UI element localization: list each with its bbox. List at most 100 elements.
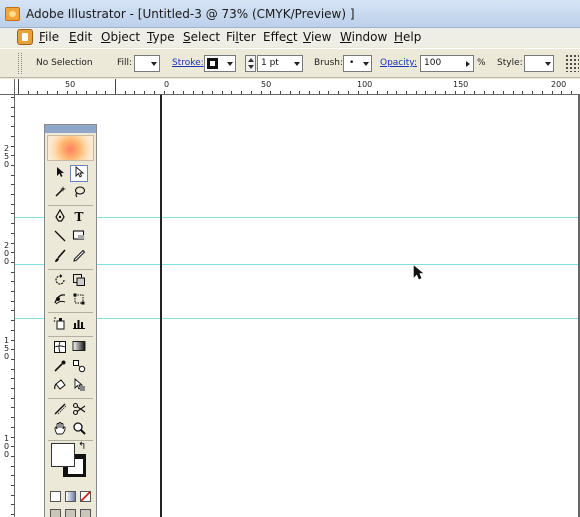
document-menu-icon[interactable] bbox=[17, 29, 33, 45]
menu-edit[interactable]: Edit bbox=[69, 30, 92, 44]
panel-options-icon[interactable] bbox=[565, 54, 579, 72]
guide-line[interactable] bbox=[15, 264, 580, 265]
title-bar[interactable]: Adobe Illustrator - [Untitled-3 @ 73% (C… bbox=[0, 0, 580, 28]
slice-tool-icon[interactable] bbox=[51, 402, 69, 419]
direct-selection-tool-icon[interactable] bbox=[70, 165, 88, 182]
menu-type[interactable]: Type bbox=[147, 30, 175, 44]
ruler-tick bbox=[11, 203, 14, 205]
ruler-tick bbox=[551, 91, 553, 94]
guide-line[interactable] bbox=[15, 217, 580, 218]
live-paint-bucket-tool-icon[interactable] bbox=[51, 378, 69, 395]
paintbrush-tool-icon[interactable] bbox=[51, 249, 69, 266]
warp-tool-icon[interactable] bbox=[51, 292, 69, 309]
selection-tool-icon[interactable] bbox=[51, 166, 69, 183]
magic-wand-tool-icon[interactable] bbox=[51, 185, 69, 202]
rotate-tool-icon[interactable] bbox=[51, 273, 69, 290]
ruler-tick bbox=[11, 436, 14, 438]
stroke-weight-stepper[interactable] bbox=[245, 55, 256, 72]
menu-file[interactable]: File bbox=[39, 30, 59, 44]
live-paint-selection-tool-icon[interactable] bbox=[70, 378, 88, 395]
artboard-canvas[interactable] bbox=[15, 95, 580, 517]
fill-color-box[interactable] bbox=[51, 443, 75, 467]
color-mode-button[interactable] bbox=[50, 491, 61, 502]
ruler-tick bbox=[221, 91, 223, 94]
tool-separator bbox=[48, 312, 93, 313]
column-graph-tool-icon[interactable] bbox=[70, 316, 88, 333]
ruler-tick bbox=[289, 91, 291, 94]
menu-select[interactable]: Select bbox=[183, 30, 220, 44]
ruler-tick bbox=[11, 252, 14, 254]
swap-fill-stroke-icon[interactable]: ↰ bbox=[78, 441, 86, 452]
ruler-tick bbox=[454, 91, 456, 94]
ruler-tick bbox=[11, 358, 14, 360]
ruler-tick bbox=[541, 91, 543, 94]
ruler-tick bbox=[386, 91, 388, 94]
illustrator-app-icon[interactable] bbox=[5, 7, 20, 21]
opacity-label-link[interactable]: Opacity: bbox=[380, 58, 417, 68]
stroke-color-dropdown[interactable] bbox=[204, 55, 236, 72]
line-segment-tool-icon[interactable] bbox=[51, 229, 69, 246]
ruler-tick bbox=[124, 91, 126, 94]
menu-window[interactable]: Window bbox=[340, 30, 387, 44]
eyedropper-tool-icon[interactable] bbox=[51, 359, 69, 376]
adobe-flower-logo[interactable] bbox=[47, 135, 94, 161]
rectangle-tool-icon[interactable] bbox=[70, 229, 88, 246]
style-dropdown[interactable] bbox=[524, 55, 554, 72]
ruler-tick bbox=[11, 261, 14, 263]
menu-object[interactable]: Object bbox=[101, 30, 140, 44]
hand-tool-icon[interactable] bbox=[51, 421, 69, 438]
opacity-field[interactable]: 100 bbox=[420, 55, 474, 72]
ruler-tick bbox=[11, 417, 14, 419]
fill-label: Fill: bbox=[117, 58, 133, 68]
ruler-tick bbox=[11, 126, 14, 128]
gradient-mode-button[interactable] bbox=[65, 491, 76, 502]
pencil-tool-icon[interactable] bbox=[70, 249, 88, 266]
pen-tool-icon[interactable] bbox=[51, 208, 69, 226]
ruler-tick bbox=[153, 91, 155, 94]
scale-tool-icon[interactable] bbox=[70, 273, 88, 290]
symbol-sprayer-tool-icon[interactable] bbox=[51, 316, 69, 333]
vertical-ruler[interactable]: 250 200 150 100 bbox=[0, 95, 15, 517]
fill-dropdown[interactable] bbox=[134, 55, 160, 72]
standard-screen-mode-button[interactable] bbox=[50, 509, 61, 517]
ruler-tick bbox=[11, 426, 14, 428]
ruler-tick bbox=[493, 91, 495, 94]
ruler-origin[interactable] bbox=[0, 79, 15, 95]
zoom-tool-icon[interactable] bbox=[70, 421, 88, 438]
full-screen-mode-button[interactable] bbox=[80, 509, 91, 517]
brush-dropdown[interactable]: • bbox=[343, 55, 372, 72]
ruler-label: 200 bbox=[551, 80, 567, 89]
ruler-tick bbox=[357, 91, 359, 94]
menu-view[interactable]: View bbox=[303, 30, 331, 44]
horizontal-ruler[interactable]: 50 0 50 100 150 200 bbox=[15, 79, 580, 95]
mesh-tool-icon[interactable] bbox=[51, 340, 69, 357]
brush-label: Brush: bbox=[314, 58, 344, 68]
blend-tool-icon[interactable] bbox=[70, 359, 88, 376]
stroke-label-link[interactable]: Stroke: bbox=[172, 58, 204, 68]
ruler-tick bbox=[37, 91, 39, 94]
full-screen-menu-mode-button[interactable] bbox=[65, 509, 76, 517]
ruler-tick bbox=[11, 300, 14, 302]
ruler-tick bbox=[425, 91, 427, 94]
menu-effect[interactable]: Effect bbox=[263, 30, 298, 44]
none-mode-button[interactable] bbox=[80, 491, 91, 502]
scissors-tool-icon[interactable] bbox=[70, 402, 88, 419]
ruler-tick bbox=[85, 91, 87, 94]
menu-filter[interactable]: Filter bbox=[226, 30, 256, 44]
stroke-weight-field[interactable]: 1 pt bbox=[257, 55, 303, 72]
tools-panel-titlebar[interactable] bbox=[45, 125, 96, 133]
free-transform-tool-icon[interactable] bbox=[70, 292, 88, 309]
window-title: Adobe Illustrator - [Untitled-3 @ 73% (C… bbox=[26, 7, 355, 21]
menu-help[interactable]: Help bbox=[394, 30, 421, 44]
stroke-color-swatch bbox=[207, 58, 218, 69]
ruler-tick bbox=[11, 97, 14, 98]
guide-line[interactable] bbox=[15, 318, 580, 319]
lasso-tool-icon[interactable] bbox=[70, 185, 88, 202]
ruler-label: 250 bbox=[3, 144, 10, 169]
gradient-tool-icon[interactable] bbox=[70, 340, 88, 357]
ruler-tick bbox=[11, 485, 14, 486]
control-bar-grip[interactable] bbox=[18, 53, 22, 74]
ruler-tick bbox=[11, 494, 14, 496]
ruler-tick bbox=[144, 91, 146, 94]
type-tool-icon[interactable]: T bbox=[70, 209, 88, 226]
